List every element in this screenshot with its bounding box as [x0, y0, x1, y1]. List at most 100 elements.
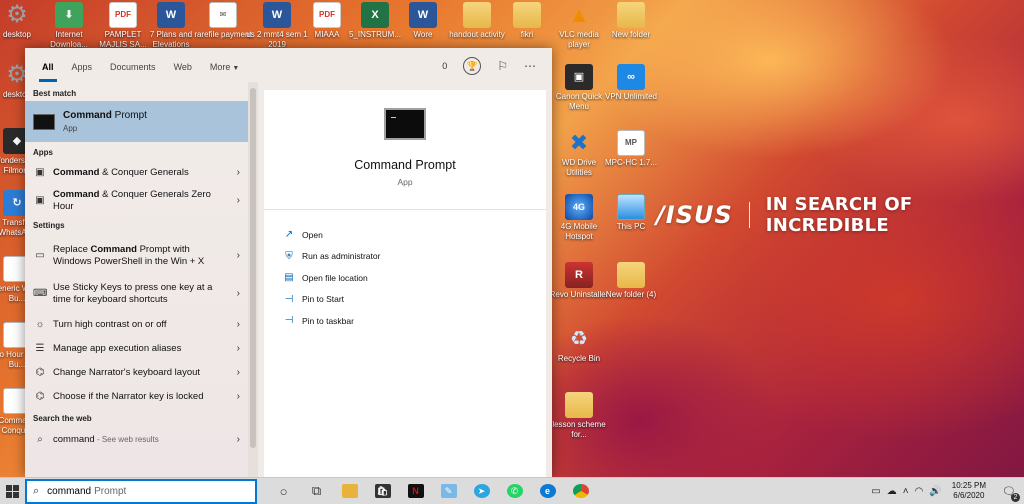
desktop-icon[interactable]: ♻ Recycle Bin [548, 326, 610, 364]
desktop-icon-label: MPC-HC 1.7... [604, 158, 657, 167]
battery-icon[interactable]: ▭ [871, 486, 880, 497]
notification-icon[interactable]: 🗨 2 [1000, 483, 1020, 502]
setting-narrator-key[interactable]: ⌬ Choose if the Narrator key is locked › [25, 385, 248, 409]
desktop-icon[interactable]: ⬇ Internet Downloa... [38, 2, 100, 50]
tab-documents[interactable]: Documents [101, 62, 165, 82]
desktop-icon[interactable]: lesson scheme for... [548, 392, 610, 440]
rewards-count: 0 [442, 61, 448, 71]
tab-more-label: More [209, 62, 231, 72]
best-match-command-prompt[interactable]: Command Prompt App [25, 101, 248, 142]
web-result[interactable]: ⌕ command - See web results › [25, 428, 248, 452]
volume-icon[interactable]: 🔊 [929, 486, 941, 497]
preview-header: Command Prompt App [264, 90, 546, 210]
desktop-icon[interactable]: This PC [600, 194, 662, 232]
cortana-icon[interactable]: ○ [267, 478, 300, 504]
taskbar: ⌕ command Prompt ○ ⧉ 🛍 N ✎ ➤ ✆ e ▭ ☁ ˄ ◠… [0, 477, 1024, 504]
desktop-icon-label: This PC [616, 222, 646, 231]
desktop-icon[interactable]: ✉ rarefile payment [192, 2, 254, 40]
desktop-icon-glyph: W [157, 2, 185, 28]
desktop-icon-glyph: ▣ [565, 64, 593, 90]
clock[interactable]: 10:25 PM 6/6/2020 [952, 481, 986, 501]
desktop-icon-label: rarefile payment [194, 30, 252, 39]
app-icon: ▣ [35, 166, 45, 178]
result-app-generals-zero-hour[interactable]: ▣ Command & Conquer Generals Zero Hour › [25, 184, 248, 218]
action-pin-to-taskbar[interactable]: ⊣ Pin to taskbar [264, 310, 546, 332]
preview-subtitle: App [397, 177, 413, 187]
desktop-icon-glyph: ⬇ [55, 2, 83, 28]
file-explorer-icon[interactable] [333, 478, 366, 504]
sun-icon: ☼ [35, 319, 45, 330]
desktop-icon-glyph [565, 392, 593, 418]
trophy-icon[interactable]: 🏆 [463, 57, 482, 75]
tab-all[interactable]: All [33, 62, 63, 82]
search-icon: ⌕ [37, 434, 43, 445]
chevron-right-icon[interactable]: › [230, 319, 240, 331]
setting-narrator-layout[interactable]: ⌬ Change Narrator's keyboard layout › [25, 361, 248, 385]
chevron-right-icon[interactable]: › [230, 250, 240, 262]
desktop-icon-glyph [617, 194, 645, 220]
task-view-icon[interactable]: ⧉ [300, 478, 333, 504]
scrollbar-thumb[interactable] [250, 88, 256, 448]
desktop-icon-glyph: W [263, 2, 291, 28]
search-typed-text: command [47, 485, 92, 497]
action-pin-to-start[interactable]: ⊣ Pin to Start [264, 289, 546, 311]
chevron-right-icon[interactable]: › [230, 343, 240, 355]
paint-icon[interactable]: ✎ [432, 478, 465, 504]
chrome-icon[interactable] [564, 478, 597, 504]
chevron-right-icon[interactable]: › [230, 288, 240, 300]
desktop-icon[interactable]: New folder [600, 2, 662, 40]
desktop-icon-glyph: ∞ [617, 64, 645, 90]
result-label: Command & Conquer Generals [53, 166, 189, 178]
section-apps: Apps [33, 148, 53, 157]
tab-more[interactable]: More ▼ [201, 62, 248, 82]
more-options-icon[interactable]: ⋯ [524, 59, 536, 73]
results-scrollbar[interactable] [248, 82, 258, 477]
desktop-icon-glyph: ⚙ [6, 2, 28, 28]
command-prompt-icon [384, 108, 426, 140]
cloud-icon[interactable]: ☁ [887, 486, 897, 497]
setting-replace-command-prompt[interactable]: ▭ Replace Command Prompt with Windows Po… [25, 237, 248, 275]
desktop-icon[interactable]: W Wore [392, 2, 454, 40]
clock-time: 10:25 PM [951, 481, 986, 490]
result-app-generals[interactable]: ▣ Command & Conquer Generals › [25, 161, 248, 184]
chevron-right-icon[interactable]: › [230, 167, 240, 179]
tab-web[interactable]: Web [165, 62, 201, 82]
setting-high-contrast[interactable]: ☼ Turn high contrast on or off › [25, 313, 248, 337]
action-open-file-location[interactable]: ▤ Open file location [264, 267, 546, 289]
result-label: Use Sticky Keys to press one key at a ti… [53, 282, 213, 305]
feedback-icon[interactable]: ⚐ [497, 59, 508, 73]
chevron-up-icon[interactable]: ˄ [903, 486, 909, 497]
store-icon[interactable]: 🛍 [366, 478, 399, 504]
desktop-icon-label: Wore [413, 30, 433, 39]
taskbar-search-input[interactable]: ⌕ command Prompt [25, 478, 257, 504]
chevron-right-icon[interactable]: › [230, 367, 240, 379]
keyboard-icon: ▭ [35, 250, 45, 261]
desktop-icon-glyph: PDF [313, 2, 341, 28]
whatsapp-icon[interactable]: ✆ [498, 478, 531, 504]
result-label: command - See web results [53, 434, 159, 445]
desktop-icon-glyph [617, 2, 645, 28]
desktop-icon-label: lesson scheme for... [552, 420, 606, 439]
desktop-icon[interactable]: New folder (4) [600, 262, 662, 300]
list-icon: ☰ [35, 343, 45, 354]
chevron-right-icon[interactable]: › [230, 195, 240, 207]
action-open[interactable]: ↗ Open [264, 224, 546, 246]
tab-apps[interactable]: Apps [63, 62, 102, 82]
chevron-right-icon[interactable]: › [230, 434, 240, 446]
edge-icon[interactable]: e [531, 478, 564, 504]
netflix-icon[interactable]: N [399, 478, 432, 504]
preview-pane: Command Prompt App ↗ Open ⛨ Run as adminis… [264, 90, 546, 477]
search-autocomplete: Prompt [94, 485, 127, 497]
setting-sticky-keys[interactable]: ⌨ Use Sticky Keys to press one key at a … [25, 275, 248, 313]
command-prompt-icon [33, 113, 55, 130]
desktop-icon-glyph: W [409, 2, 437, 28]
desktop-icon[interactable]: ∞ VPN Unlimited [600, 64, 662, 102]
action-run-as-admin[interactable]: ⛨ Run as administrator [264, 246, 546, 268]
desktop-icon[interactable]: MP MPC-HC 1.7... [600, 130, 662, 168]
setting-app-aliases[interactable]: ☰ Manage app execution aliases › [25, 337, 248, 361]
wifi-icon[interactable]: ◠ [915, 486, 924, 497]
search-tools: 0 🏆 ⚐ ⋯ [442, 57, 536, 75]
chevron-right-icon[interactable]: › [230, 391, 240, 403]
telegram-icon[interactable]: ➤ [465, 478, 498, 504]
start-button[interactable] [0, 478, 25, 504]
